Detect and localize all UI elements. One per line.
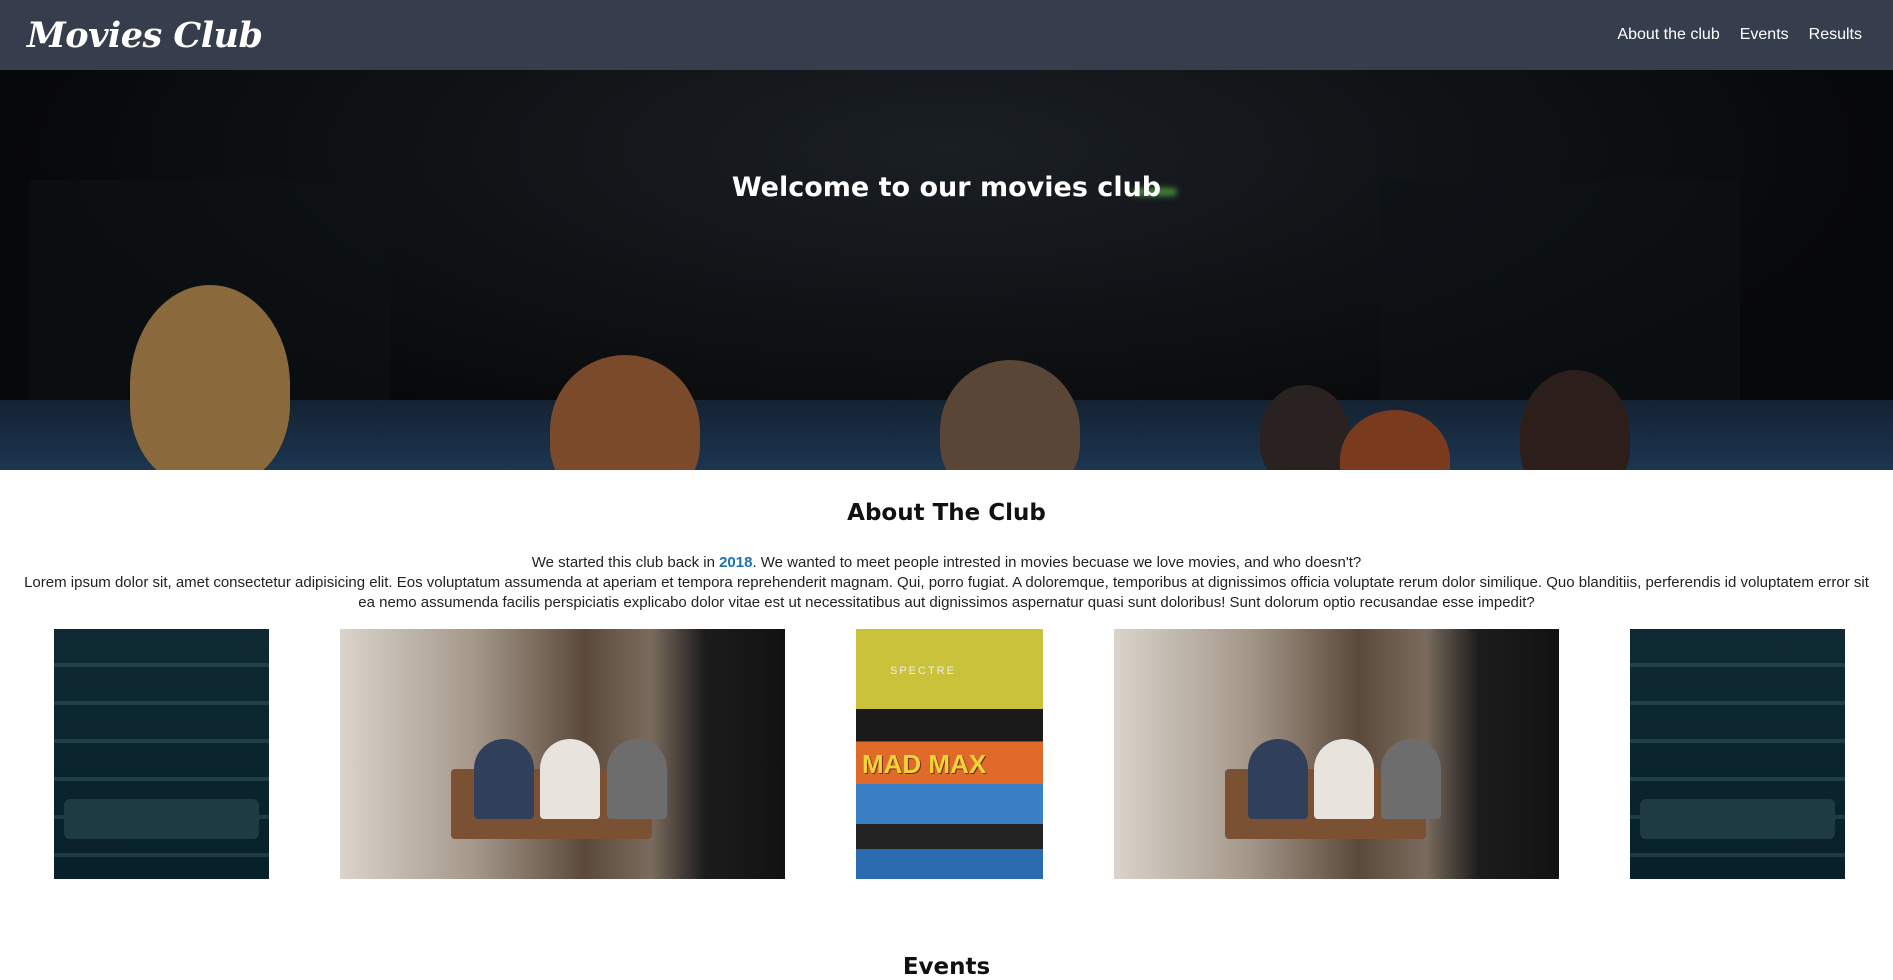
nav-link-events[interactable]: Events [1740,26,1789,44]
events-section-title: Events [902,954,991,980]
about-intro-text-end: . We wanted to meet people intrested in … [752,554,1362,571]
poster-title: MAD MAX [862,749,987,779]
about-intro: We started this club back in 2018. We wa… [0,553,1893,573]
nav-link-results[interactable]: Results [1809,26,1862,44]
site-header: Movies Club About the club Events Result… [0,0,1893,70]
site-logo[interactable]: Movies Club [27,15,263,56]
about-title: About The Club [847,500,1046,526]
gallery-photo-seats[interactable] [54,629,269,879]
meeting-person [607,739,667,819]
about-section: About The Club We started this club back… [0,470,1893,613]
hero-title: Welcome to our movies club [731,172,1162,203]
seat-row [1640,799,1835,839]
poster-title: SPECTRE [890,665,956,677]
gallery-photo-meeting[interactable] [340,629,785,879]
about-intro-text: We started this club back in [531,554,720,571]
gallery-photo-seats[interactable] [1630,629,1845,879]
audience-member [550,355,700,470]
gallery-photo-meeting[interactable] [1114,629,1559,879]
audience-member [130,285,290,470]
hero-banner: Welcome to our movies club [0,70,1893,470]
about-body: Lorem ipsum dolor sit, amet consectetur … [24,574,1869,611]
photo-gallery: SPECTRE MAD MAX [0,629,1893,879]
meeting-person [540,739,601,819]
meeting-person [1381,739,1441,819]
main-nav: About the club Events Results [1617,26,1862,44]
nav-link-about[interactable]: About the club [1617,26,1719,44]
meeting-person [1314,739,1375,819]
seat-row [64,799,259,839]
audience-member [1260,385,1350,470]
meeting-person [1247,739,1308,819]
audience-member [940,360,1080,470]
meeting-person [473,739,534,819]
gallery-photo-posters[interactable]: SPECTRE MAD MAX [856,629,1043,879]
about-year: 2018 [719,554,753,571]
